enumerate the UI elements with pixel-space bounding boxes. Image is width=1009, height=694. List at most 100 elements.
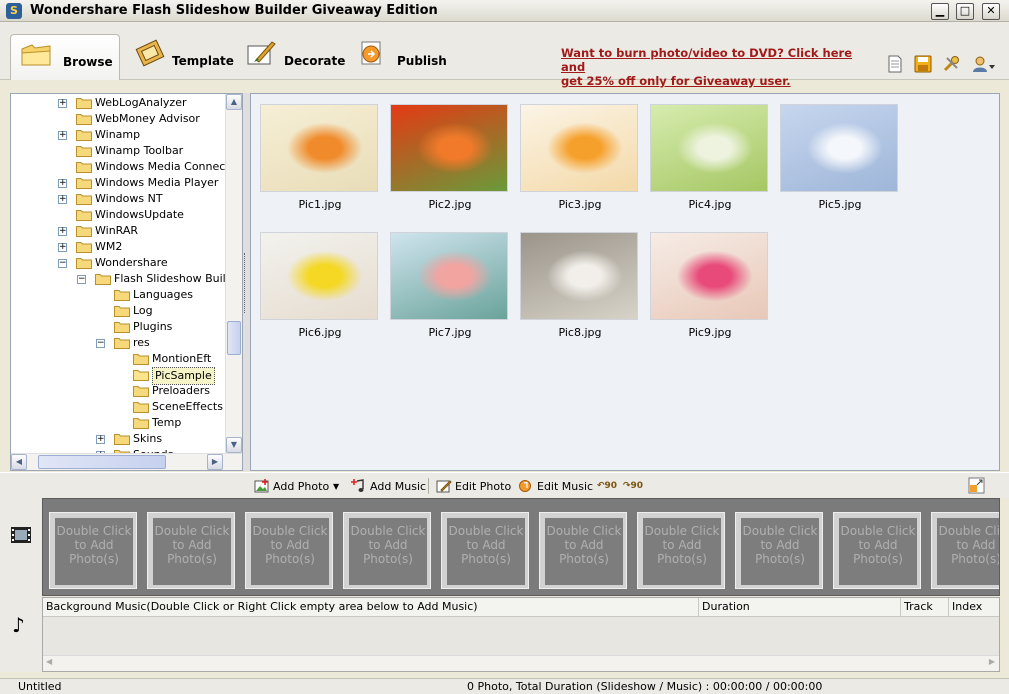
folder-tree[interactable]: + WebLogAnalyzer WebMoney Advisor + Winamp Wi… — [10, 93, 243, 471]
tab-decorate[interactable]: Decorate — [236, 34, 345, 80]
expand-icon[interactable]: + — [58, 179, 67, 188]
column-track[interactable]: Track — [901, 598, 949, 617]
collapse-icon[interactable]: − — [77, 275, 86, 284]
tree-item[interactable]: Winamp Toolbar — [11, 143, 225, 159]
save-icon[interactable] — [914, 55, 932, 73]
tree-item[interactable]: + WebLogAnalyzer — [11, 95, 225, 111]
photo-thumbnail[interactable]: Pic9.jpg — [650, 232, 770, 339]
tree-item[interactable]: − Flash Slideshow Builder — [11, 271, 242, 287]
expand-icon[interactable]: + — [58, 227, 67, 236]
photo-image[interactable] — [260, 104, 378, 192]
storyboard-slot[interactable]: Double Click to Add Photo(s) — [343, 512, 431, 589]
photo-image[interactable] — [520, 104, 638, 192]
collapse-icon[interactable]: − — [96, 339, 105, 348]
tree-item[interactable]: Preloaders — [11, 383, 225, 399]
tree-item[interactable]: Log — [11, 303, 225, 319]
tree-item[interactable]: + WinRAR — [11, 223, 225, 239]
scroll-down-icon[interactable]: ▼ — [226, 437, 242, 453]
storyboard-slot[interactable]: Double Click to Add Photo(s) — [833, 512, 921, 589]
tree-horizontal-scrollbar[interactable]: ◀ ▶ — [11, 453, 242, 470]
storyboard-slot[interactable]: Double Click to Add Photo(s) — [931, 512, 999, 589]
collapse-icon[interactable]: − — [58, 259, 67, 268]
add-music-button[interactable]: Add Music — [351, 478, 426, 495]
photo-image[interactable] — [390, 104, 508, 192]
tree-item[interactable]: MontionEft — [11, 351, 225, 367]
photo-thumbnail[interactable]: Pic3.jpg — [520, 104, 640, 211]
tree-item[interactable]: + WM2 — [11, 239, 225, 255]
scroll-up-icon[interactable]: ▲ — [226, 94, 242, 110]
edit-photo-button[interactable]: Edit Photo — [436, 478, 511, 495]
storyboard-slot[interactable]: Double Click to Add Photo(s) — [735, 512, 823, 589]
storyboard-slot[interactable]: Double Click to Add Photo(s) — [637, 512, 725, 589]
tree-hscroll-thumb[interactable] — [38, 455, 166, 469]
photo-thumbnail[interactable]: Pic4.jpg — [650, 104, 770, 211]
expand-icon[interactable]: + — [58, 99, 67, 108]
tree-vertical-scrollbar[interactable]: ▲ ▼ — [225, 94, 242, 454]
music-horizontal-scrollbar[interactable]: ◀ ▶ — [43, 655, 999, 671]
storyboard-slot[interactable]: Double Click to Add Photo(s) — [49, 512, 137, 589]
expand-window-icon[interactable] — [968, 477, 985, 494]
photo-thumbnail[interactable]: Pic5.jpg — [780, 104, 900, 211]
minimize-button[interactable]: ▁ — [931, 3, 949, 20]
edit-music-button[interactable]: Edit Music — [518, 478, 593, 495]
photo-image[interactable] — [650, 104, 768, 192]
tree-item[interactable]: Languages — [11, 287, 225, 303]
new-document-icon[interactable] — [886, 55, 904, 73]
tree-item[interactable]: Plugins — [11, 319, 225, 335]
storyboard-slot[interactable]: Double Click to Add Photo(s) — [539, 512, 627, 589]
tree-item[interactable]: PicSample — [11, 367, 225, 385]
expand-icon[interactable]: + — [58, 131, 67, 140]
column-index[interactable]: Index — [949, 598, 999, 617]
add-photo-dropdown[interactable]: ▼ — [333, 478, 339, 495]
photo-thumbnail[interactable]: Pic8.jpg — [520, 232, 640, 339]
photo-thumbnail[interactable]: Pic1.jpg — [260, 104, 380, 211]
tools-icon[interactable] — [942, 55, 960, 73]
scroll-left-icon[interactable]: ◀ — [11, 454, 27, 470]
music-scroll-right-icon[interactable]: ▶ — [989, 657, 995, 666]
close-button[interactable]: ✕ — [982, 3, 1000, 20]
photo-image[interactable] — [520, 232, 638, 320]
storyboard-slot[interactable]: Double Click to Add Photo(s) — [245, 512, 333, 589]
tree-item[interactable]: − res — [11, 335, 225, 351]
photo-image[interactable] — [260, 232, 378, 320]
splitter-grip[interactable] — [244, 253, 249, 313]
photo-image[interactable] — [650, 232, 768, 320]
expand-icon[interactable]: + — [58, 195, 67, 204]
rotate-left-button[interactable]: ↶90 — [597, 478, 617, 495]
tree-scroll-thumb[interactable] — [227, 321, 241, 355]
tree-item[interactable]: SceneEffects — [11, 399, 225, 415]
panel-splitter[interactable] — [243, 93, 250, 471]
maximize-button[interactable]: □ — [956, 3, 974, 20]
rotate-right-button[interactable]: ↷90 — [623, 478, 643, 495]
tree-item[interactable]: + Skins — [11, 431, 225, 447]
user-help-icon[interactable] — [972, 55, 996, 73]
music-list[interactable]: Background Music(Double Click or Right C… — [42, 597, 1000, 672]
photo-thumbnail[interactable]: Pic6.jpg — [260, 232, 380, 339]
tree-item[interactable]: Temp — [11, 415, 225, 431]
tree-item[interactable]: + Winamp — [11, 127, 225, 143]
expand-icon[interactable]: + — [96, 435, 105, 444]
tree-item[interactable]: − Wondershare — [11, 255, 225, 271]
tab-template[interactable]: Template — [125, 34, 234, 80]
promo-dvd-link[interactable]: Want to burn photo/video to DVD? Click h… — [561, 46, 861, 88]
music-scroll-left-icon[interactable]: ◀ — [46, 657, 52, 666]
column-duration[interactable]: Duration — [699, 598, 901, 617]
photo-browser[interactable]: Pic1.jpg Pic2.jpg Pic3.jpg Pic4.jpg Pic5.jpg… — [250, 93, 1000, 471]
expand-icon[interactable]: + — [58, 243, 67, 252]
tree-item[interactable]: WebMoney Advisor — [11, 111, 225, 127]
add-photo-button[interactable]: Add Photo — [254, 478, 329, 495]
column-background-music[interactable]: Background Music(Double Click or Right C… — [43, 598, 699, 617]
photo-thumbnail[interactable]: Pic7.jpg — [390, 232, 510, 339]
tab-browse[interactable]: Browse — [10, 34, 120, 80]
photo-image[interactable] — [390, 232, 508, 320]
tree-item[interactable]: Windows Media Connect 2 — [11, 159, 240, 175]
tree-item[interactable]: + Windows Media Player — [11, 175, 225, 191]
scroll-right-icon[interactable]: ▶ — [207, 454, 223, 470]
storyboard-slot[interactable]: Double Click to Add Photo(s) — [441, 512, 529, 589]
storyboard-slot[interactable]: Double Click to Add Photo(s) — [147, 512, 235, 589]
storyboard[interactable]: Double Click to Add Photo(s) Double Click… — [42, 498, 1000, 596]
photo-image[interactable] — [780, 104, 898, 192]
tree-item[interactable]: + Windows NT — [11, 191, 225, 207]
photo-thumbnail[interactable]: Pic2.jpg — [390, 104, 510, 211]
tab-publish[interactable]: Publish — [348, 34, 448, 80]
